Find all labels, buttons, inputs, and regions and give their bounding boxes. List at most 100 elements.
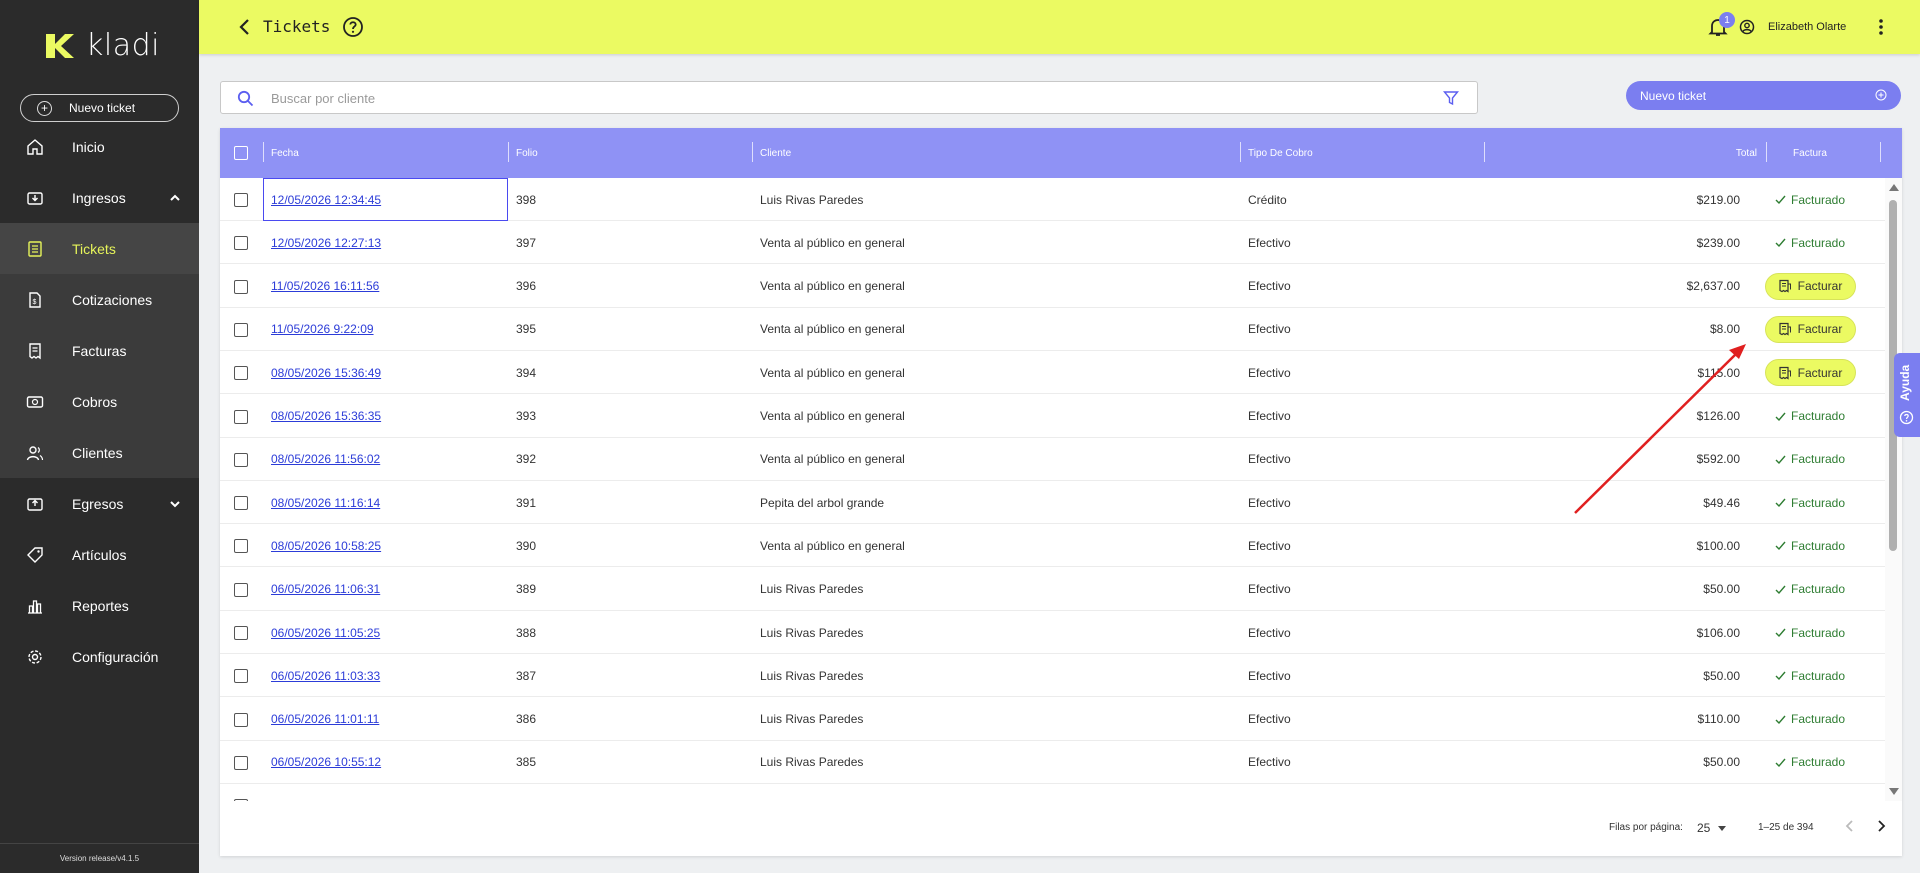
ticket-date-link[interactable]: 12/05/2026 12:27:13: [271, 221, 381, 264]
table-row[interactable]: 12/05/2026 12:34:45 398 Luis Rivas Paredes…: [220, 178, 1885, 221]
row-checkbox[interactable]: [234, 496, 248, 511]
sidebar-item-articulos[interactable]: Artículos: [0, 529, 199, 580]
ticket-date-link[interactable]: 08/05/2026 10:58:25: [271, 524, 381, 567]
chevron-left-icon[interactable]: [1842, 818, 1858, 834]
row-checkbox[interactable]: [234, 236, 248, 251]
row-checkbox[interactable]: [234, 409, 248, 424]
sidebar-item-cotizaciones[interactable]: $ Cotizaciones: [0, 274, 199, 325]
ticket-date-link[interactable]: 08/05/2026 15:36:49: [271, 351, 381, 394]
ticket-date-link[interactable]: 06/05/2026 10:52:24: [271, 784, 381, 801]
table-row[interactable]: 11/05/2026 16:11:56 396 Venta al público e…: [220, 265, 1885, 308]
column-divider[interactable]: [752, 142, 753, 162]
table-row[interactable]: 08/05/2026 11:16:14 391 Pepita del arbol g…: [220, 481, 1885, 525]
row-checkbox[interactable]: [234, 193, 248, 207]
new-ticket-button[interactable]: Nuevo ticket: [1626, 81, 1901, 110]
scroll-up-arrow[interactable]: [1889, 184, 1899, 191]
column-divider[interactable]: [1484, 142, 1485, 162]
row-checkbox[interactable]: [234, 539, 248, 554]
sidebar-item-clientes[interactable]: Clientes: [0, 427, 199, 478]
ticket-folio: 396: [516, 279, 537, 294]
facturar-button[interactable]: Facturar: [1764, 272, 1856, 300]
chevron-down-icon[interactable]: [169, 498, 181, 510]
back-arrow-icon[interactable]: [235, 17, 255, 37]
facturar-button[interactable]: Facturar: [1764, 359, 1856, 387]
column-divider[interactable]: [508, 142, 509, 162]
ticket-payment-type: Efectivo: [1248, 495, 1291, 510]
row-checkbox[interactable]: [234, 669, 248, 684]
column-header-tipo[interactable]: Tipo De Cobro: [1248, 128, 1313, 178]
column-header-total[interactable]: Total: [1736, 128, 1757, 178]
ticket-date-link[interactable]: 06/05/2026 10:55:12: [271, 741, 381, 784]
table-row[interactable]: 06/05/2026 10:55:12 385 Luis Rivas Paredes…: [220, 741, 1885, 784]
sidebar-item-label: Ingresos: [72, 189, 126, 206]
sidebar-item-configuracion[interactable]: Configuración: [0, 631, 199, 682]
scroll-down-arrow[interactable]: [1889, 788, 1899, 795]
ticket-date-link[interactable]: 06/05/2026 11:01:11: [271, 698, 379, 741]
row-checkbox[interactable]: [234, 712, 248, 727]
column-header-folio[interactable]: Folio: [516, 128, 538, 178]
chevron-up-icon[interactable]: [169, 192, 181, 204]
new-ticket-label: Nuevo ticket: [1640, 88, 1707, 103]
ticket-date-link[interactable]: 12/05/2026 12:34:45: [271, 178, 381, 221]
rows-per-page-select[interactable]: 25: [1697, 821, 1710, 835]
chevron-right-icon[interactable]: [1873, 818, 1889, 834]
row-checkbox[interactable]: [234, 366, 248, 381]
row-checkbox[interactable]: [234, 582, 248, 597]
sidebar-item-egresos[interactable]: Egresos: [0, 478, 199, 529]
sidebar-item-label: Reportes: [72, 597, 129, 614]
ticket-date-link[interactable]: 11/05/2026 9:22:09: [271, 308, 374, 351]
ticket-total: $50.00: [1703, 755, 1740, 770]
sidebar-item-tickets[interactable]: Tickets: [0, 223, 199, 274]
check-icon: [1775, 412, 1786, 421]
facturar-button[interactable]: Facturar: [1764, 315, 1856, 343]
column-divider[interactable]: [1880, 142, 1881, 162]
ticket-invoice-cell: Facturado: [1760, 741, 1860, 784]
ticket-date-link[interactable]: 06/05/2026 11:05:25: [271, 611, 380, 654]
column-header-fecha[interactable]: Fecha: [271, 128, 299, 178]
table-row[interactable]: 08/05/2026 15:36:49 394 Venta al público e…: [220, 351, 1885, 395]
sidebar-new-ticket-button[interactable]: + Nuevo ticket: [20, 94, 179, 122]
row-checkbox[interactable]: [234, 626, 248, 640]
table-row[interactable]: 08/05/2026 15:36:35 393 Venta al público e…: [220, 395, 1885, 438]
ticket-date-link[interactable]: 08/05/2026 11:16:14: [271, 481, 380, 524]
sidebar-item-ingresos[interactable]: Ingresos: [0, 172, 199, 223]
table-row[interactable]: 11/05/2026 9:22:09 395 Venta al público en…: [220, 308, 1885, 351]
column-divider[interactable]: [1240, 142, 1241, 162]
table-row[interactable]: 08/05/2026 10:58:25 390 Venta al público e…: [220, 524, 1885, 568]
facturado-status: Facturado: [1775, 582, 1845, 596]
vertical-scrollbar[interactable]: [1885, 178, 1902, 801]
row-checkbox[interactable]: [234, 279, 248, 294]
sidebar-item-inicio[interactable]: Inicio: [0, 121, 199, 172]
ticket-date-link[interactable]: 11/05/2026 16:11:56: [271, 265, 379, 308]
user-name[interactable]: Elizabeth Olarte: [1768, 21, 1846, 33]
ticket-date-link[interactable]: 06/05/2026 11:06:31: [271, 568, 380, 611]
user-avatar-icon[interactable]: [1739, 19, 1755, 35]
help-tab[interactable]: Ayuda: [1894, 353, 1920, 437]
table-row[interactable]: 08/05/2026 11:56:02 392 Venta al público e…: [220, 438, 1885, 481]
table-row[interactable]: 06/05/2026 11:05:25 388 Luis Rivas Paredes…: [220, 611, 1885, 654]
more-vertical-icon[interactable]: [1871, 17, 1891, 37]
table-row[interactable]: 06/05/2026 10:52:24 384 Luis Rivas Paredes…: [220, 784, 1885, 801]
ticket-date-link[interactable]: 08/05/2026 11:56:02: [271, 438, 380, 481]
ticket-folio: 387: [516, 668, 537, 683]
select-all-checkbox[interactable]: [234, 146, 248, 160]
filter-icon[interactable]: [1443, 90, 1459, 106]
ticket-date-link[interactable]: 06/05/2026 11:03:33: [271, 654, 380, 697]
help-circle-icon[interactable]: [342, 16, 364, 38]
ticket-date-link[interactable]: 08/05/2026 15:36:35: [271, 395, 381, 438]
dropdown-arrow-icon[interactable]: [1718, 826, 1726, 831]
row-checkbox[interactable]: [234, 452, 248, 467]
sidebar-item-reportes[interactable]: Reportes: [0, 580, 199, 631]
table-row[interactable]: 12/05/2026 12:27:13 397 Venta al público e…: [220, 221, 1885, 265]
sidebar-item-cobros[interactable]: Cobros: [0, 376, 199, 427]
row-checkbox[interactable]: [234, 755, 248, 770]
search-input[interactable]: [271, 88, 1371, 108]
column-header-cliente[interactable]: Cliente: [760, 128, 791, 178]
row-checkbox[interactable]: [234, 322, 248, 337]
kladi-logo[interactable]: kladi: [44, 28, 160, 63]
table-row[interactable]: 06/05/2026 11:01:11 386 Luis Rivas Paredes…: [220, 698, 1885, 741]
sidebar-item-facturas[interactable]: Facturas: [0, 325, 199, 376]
table-row[interactable]: 06/05/2026 11:03:33 387 Luis Rivas Paredes…: [220, 654, 1885, 698]
column-header-factura[interactable]: Factura: [1760, 128, 1860, 178]
table-row[interactable]: 06/05/2026 11:06:31 389 Luis Rivas Paredes…: [220, 568, 1885, 611]
